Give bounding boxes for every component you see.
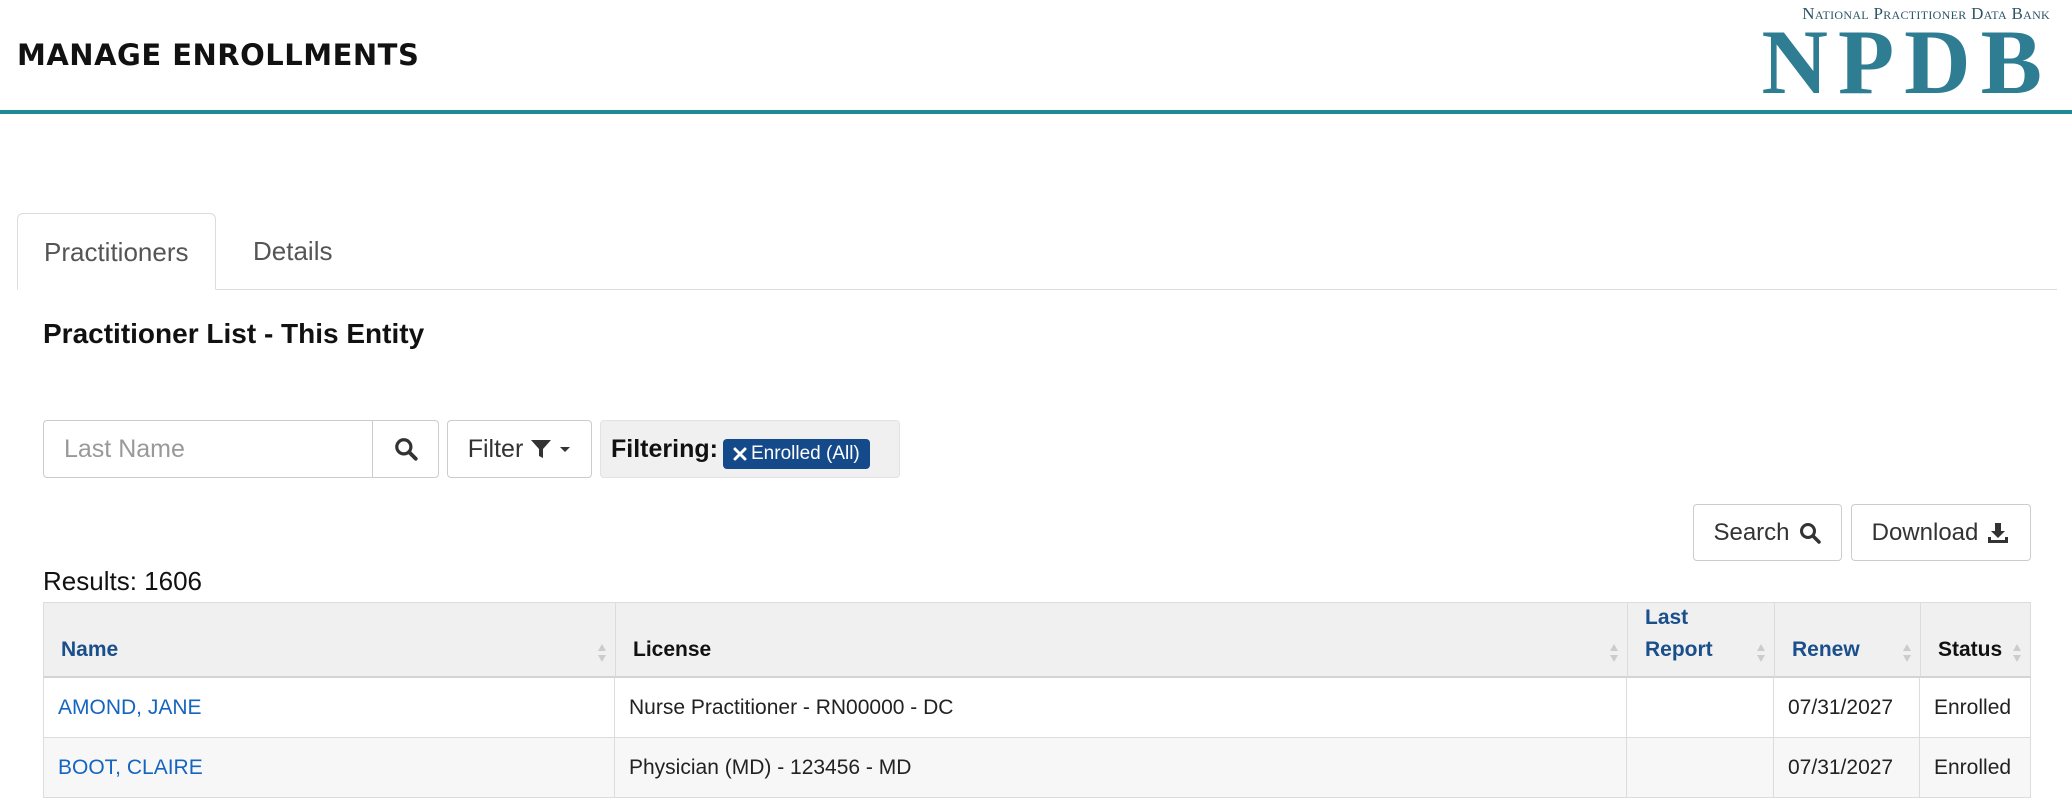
cell-last-report xyxy=(1627,678,1774,737)
last-name-search-input[interactable] xyxy=(43,420,373,478)
cell-renew: 07/31/2027 xyxy=(1774,678,1920,737)
search-button-label: Search xyxy=(1713,518,1790,546)
column-label: Renew xyxy=(1792,638,1860,661)
sort-icon xyxy=(2013,644,2021,662)
cell-license: Nurse Practitioner - RN00000 - DC xyxy=(615,678,1627,737)
filter-button-label: Filter xyxy=(467,434,524,463)
filtering-label: Filtering: xyxy=(611,435,718,463)
cell-renew: 07/31/2027 xyxy=(1774,738,1920,797)
download-button[interactable]: Download xyxy=(1851,504,2031,561)
sort-icon xyxy=(1757,644,1765,662)
search-icon xyxy=(394,438,418,461)
practitioner-link[interactable]: AMOND, JANE xyxy=(58,696,202,719)
sort-icon xyxy=(598,644,606,662)
cell-license: Physician (MD) - 123456 - MD xyxy=(615,738,1627,797)
column-header-last-report[interactable]: Last Report xyxy=(1628,603,1775,677)
practitioner-link[interactable]: BOOT, CLAIRE xyxy=(58,756,203,779)
cell-last-report xyxy=(1627,738,1774,797)
filter-chip-enrolled[interactable]: Enrolled (All) xyxy=(723,439,870,469)
npdb-logo: National Practitioner Data Bank NPDB xyxy=(1742,2,2052,108)
cell-name: BOOT, CLAIRE xyxy=(44,738,615,797)
table-header: Name License Last Report Renew Status xyxy=(43,602,2031,678)
column-label: Last Report xyxy=(1645,606,1713,661)
search-submit-button[interactable] xyxy=(372,420,439,478)
tab-bar: Practitioners Details xyxy=(17,213,2057,290)
column-label: Status xyxy=(1938,638,2003,661)
column-header-renew[interactable]: Renew xyxy=(1775,603,1921,677)
active-filters: Filtering: Enrolled (All) xyxy=(600,420,900,478)
filter-funnel-icon xyxy=(531,440,552,458)
section-title: Practitioner List - This Entity xyxy=(43,318,425,349)
column-header-license: License xyxy=(616,603,1628,677)
caret-down-icon xyxy=(560,447,571,452)
remove-filter-icon[interactable] xyxy=(733,447,747,461)
search-button[interactable]: Search xyxy=(1693,504,1842,561)
filter-button[interactable]: Filter xyxy=(447,420,592,478)
download-button-label: Download xyxy=(1871,518,1979,546)
filter-chip-label: Enrolled (All) xyxy=(751,443,860,464)
download-icon xyxy=(1988,522,2009,543)
column-label: Name xyxy=(61,638,119,661)
cell-status: Enrolled xyxy=(1934,696,2012,719)
column-header-name[interactable]: Name xyxy=(44,603,616,677)
sort-icon xyxy=(1610,644,1618,662)
page-header: MANAGE ENROLLMENTS National Practitioner… xyxy=(0,0,2072,114)
logo-text: NPDB xyxy=(1761,11,2052,113)
cell-name: AMOND, JANE xyxy=(44,678,615,737)
cell-status: Enrolled xyxy=(1934,756,2012,779)
column-label: License xyxy=(633,638,712,661)
search-icon xyxy=(1799,522,1821,544)
page-title: MANAGE ENROLLMENTS xyxy=(17,38,420,72)
sort-icon xyxy=(1903,644,1911,662)
results-count: Results: 1606 xyxy=(43,566,202,596)
column-header-status: Status xyxy=(1921,603,2030,677)
tab-practitioners[interactable]: Practitioners xyxy=(17,213,216,290)
tab-details[interactable]: Details xyxy=(227,213,358,289)
table-row: BOOT, CLAIRE Physician (MD) - 123456 - M… xyxy=(43,738,2031,798)
table-row: AMOND, JANE Nurse Practitioner - RN00000… xyxy=(43,678,2031,738)
